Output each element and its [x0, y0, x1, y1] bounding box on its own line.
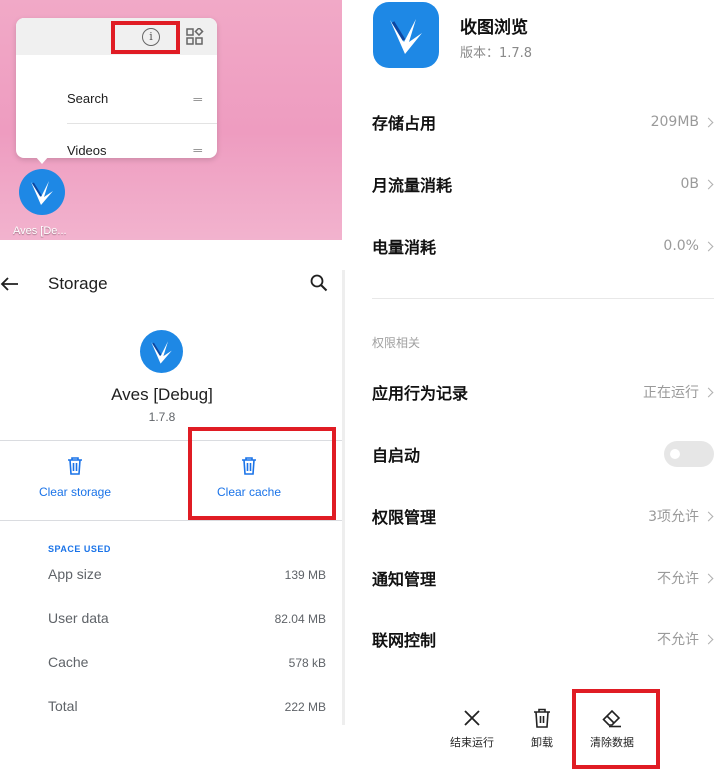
row-value: 不允许 — [657, 632, 699, 648]
app-version: 版本：1.7.8 — [460, 46, 533, 61]
app-icon — [373, 2, 439, 68]
space-row-key: User data — [48, 610, 109, 626]
row-label: 自启动 — [372, 446, 421, 465]
divider — [0, 520, 342, 521]
row-data-usage[interactable]: 月流量消耗 0B — [372, 169, 714, 199]
app-name: Aves [Debug] — [111, 385, 213, 404]
row-battery-usage[interactable]: 电量消耗 0.0% — [372, 231, 714, 261]
app-icon — [140, 330, 183, 373]
widgets-icon[interactable] — [186, 28, 204, 46]
chevron-right-icon — [703, 117, 714, 127]
highlight-box-clear-data — [572, 689, 660, 769]
row-storage-usage[interactable]: 存储占用 209MB — [372, 107, 714, 137]
space-row-app-size: App size 139 MB — [48, 566, 326, 582]
space-row-key: Total — [48, 698, 78, 714]
row-permissions[interactable]: 权限管理 3项允许 — [372, 501, 714, 531]
row-value: 0.0% — [663, 238, 699, 254]
row-network-control[interactable]: 联网控制 不允许 — [372, 624, 714, 654]
row-app-behavior[interactable]: 应用行为记录 正在运行 — [372, 377, 714, 407]
section-header: SPACE USED — [48, 544, 111, 554]
close-icon — [464, 710, 480, 726]
clear-storage-label: Clear storage — [38, 485, 112, 499]
chevron-right-icon — [703, 573, 714, 583]
row-label: 月流量消耗 — [372, 176, 453, 195]
uninstall-label: 卸载 — [531, 736, 553, 749]
row-label: 存储占用 — [372, 114, 437, 133]
drag-handle-icon[interactable]: ═ — [193, 143, 201, 157]
row-value: 209MB — [650, 114, 699, 130]
launcher-screen: i Search ═ Videos ═ Aves [De... — [0, 0, 342, 240]
shortcut-label: Videos — [67, 142, 107, 158]
shortcut-search[interactable]: Search ═ — [67, 74, 217, 124]
autostart-toggle[interactable] — [664, 441, 714, 467]
force-stop-label: 结束运行 — [450, 736, 494, 749]
row-value: 正在运行 — [643, 385, 699, 401]
search-icon[interactable] — [310, 274, 328, 292]
space-row-value: 82.04 MB — [274, 612, 326, 626]
page-title: Storage — [48, 274, 108, 293]
row-autostart: 自启动 — [372, 439, 714, 469]
divider — [372, 298, 714, 299]
space-row-value: 578 kB — [288, 656, 326, 670]
chevron-right-icon — [703, 179, 714, 189]
space-row-key: Cache — [48, 654, 89, 670]
chevron-right-icon — [703, 634, 714, 644]
uninstall-button[interactable]: 卸载 — [507, 708, 577, 750]
force-stop-button[interactable]: 结束运行 — [437, 708, 507, 750]
row-value: 不允许 — [657, 571, 699, 587]
space-row-cache: Cache 578 kB — [48, 654, 326, 670]
space-row-value: 139 MB — [284, 568, 326, 582]
row-label: 电量消耗 — [372, 238, 437, 257]
section-header: 权限相关 — [372, 336, 421, 350]
shortcut-label: Search — [67, 91, 109, 106]
chevron-right-icon — [703, 241, 714, 251]
highlight-box-info — [111, 21, 180, 54]
app-version: 1.7.8 — [148, 410, 176, 424]
drag-handle-icon[interactable]: ═ — [193, 92, 201, 106]
row-label: 通知管理 — [372, 570, 437, 589]
space-row-total: Total 222 MB — [48, 698, 326, 714]
space-row-user-data: User data 82.04 MB — [48, 610, 326, 626]
row-value: 0B — [680, 176, 699, 192]
space-row-key: App size — [48, 566, 102, 582]
app-icon-label: Aves [De... — [13, 225, 67, 237]
row-label: 联网控制 — [372, 631, 437, 650]
row-value: 3项允许 — [648, 509, 699, 525]
scrollbar[interactable] — [342, 270, 345, 725]
highlight-box-clear-cache — [188, 427, 336, 520]
app-icon[interactable] — [19, 169, 65, 215]
row-cutoff — [372, 686, 492, 692]
trash-icon — [534, 708, 550, 728]
clear-storage-button[interactable]: Clear storage — [0, 457, 150, 499]
app-info-screen: 收图浏览 版本：1.7.8 存储占用 209MB 月流量消耗 0B 电量消耗 0… — [350, 0, 727, 775]
trash-icon — [68, 457, 82, 475]
app-name: 收图浏览 — [460, 18, 528, 38]
chevron-right-icon — [703, 511, 714, 521]
space-row-value: 222 MB — [284, 700, 326, 714]
shortcut-videos[interactable]: Videos ═ — [67, 125, 217, 175]
row-notifications[interactable]: 通知管理 不允许 — [372, 563, 714, 593]
back-arrow-icon[interactable] — [0, 276, 20, 292]
row-label: 权限管理 — [372, 508, 437, 527]
popup-pointer — [35, 156, 49, 164]
chevron-right-icon — [703, 387, 714, 397]
row-label: 应用行为记录 — [372, 384, 469, 403]
storage-screen: Storage Aves [Debug] 1.7.8 Clear storage… — [0, 262, 342, 775]
